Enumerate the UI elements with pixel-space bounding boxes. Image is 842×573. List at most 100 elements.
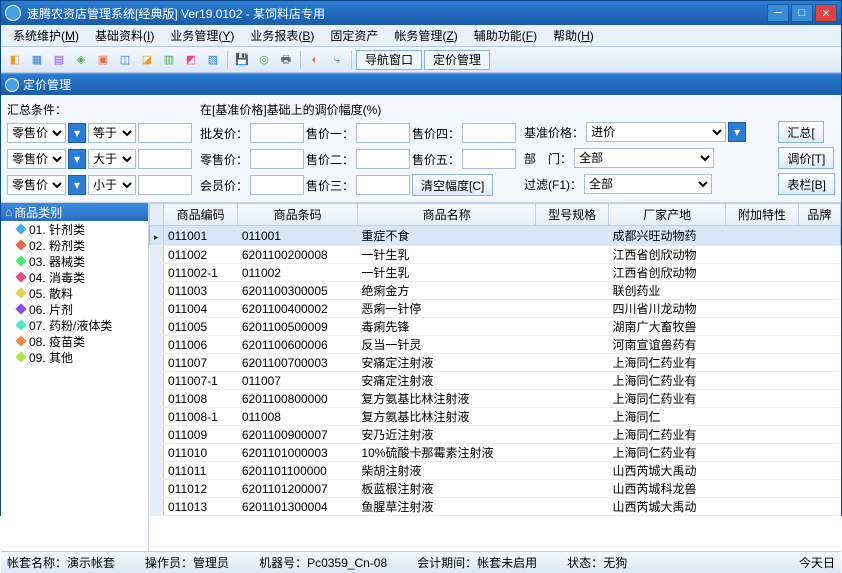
dept-select[interactable]: 全部 [574,148,714,168]
hyj-input[interactable] [250,175,304,195]
toolbar-icon-10[interactable]: ▧ [203,50,223,70]
table-row[interactable]: 0110086201100800000复方氨基比林注射液上海同仁药业有 [150,390,841,408]
menu-item-7[interactable]: 帮助(H) [545,25,602,46]
pricing-tab[interactable]: 定价管理 [424,50,490,70]
minimize-button[interactable]: ─ [767,4,789,22]
tree-item-7[interactable]: 08. 疫苗类 [1,333,148,349]
op-select-3[interactable]: 小于 [88,175,136,195]
toolbar-icon-8[interactable]: ▥ [159,50,179,70]
menu-item-0[interactable]: 系统维护(M) [5,25,87,46]
tree-item-8[interactable]: 09. 其他 [1,349,148,365]
field-dd-3[interactable]: ▾ [68,175,86,195]
toolbar-icon-1[interactable]: ◧ [5,50,25,70]
criteria-panel: 汇总条件： 零售价 ▾ 等于 零售价 ▾ 大于 零售价 ▾ 小于 在[基准价格]… [1,95,841,203]
columns-button[interactable]: 表栏[B] [778,173,835,195]
summary-label: 汇总条件： [7,101,192,118]
toolbar-icon-7[interactable]: ◪ [137,50,157,70]
diamond-icon [15,351,26,362]
toolbar-icon-6[interactable]: ◫ [115,50,135,70]
table-row[interactable]: 0110056201100500009毒痢先锋湖南广大畜牧兽 [150,318,841,336]
diamond-icon [15,271,26,282]
op-select-2[interactable]: 大于 [88,149,136,169]
tree-item-3[interactable]: 04. 消毒类 [1,269,148,285]
close-button[interactable]: ✕ [815,4,837,22]
table-row[interactable]: 0110116201101100000柴胡注射液山西芮城大禹动 [150,462,841,480]
sj3-input[interactable] [356,175,410,195]
table-row[interactable]: 0110136201101300004鱼腥草注射液山西芮城大禹动 [150,498,841,516]
col-header[interactable]: 商品编码 [164,204,238,226]
toolbar-icon-14[interactable]: ◐ [305,50,325,70]
field-select-2[interactable]: 零售价 [7,149,66,169]
table-row[interactable]: 0110026201100200008一针生乳江西省创欣动物 [150,246,841,264]
nav-window-tab[interactable]: 导航窗口 [356,50,422,70]
menu-item-6[interactable]: 辅助功能(F) [466,25,545,46]
col-header[interactable]: 型号规格 [536,204,609,226]
table-row[interactable]: 0110096201100900007安乃近注射液上海同仁药业有 [150,426,841,444]
summary-button[interactable]: 汇总[ [778,121,823,143]
sj4-input[interactable] [462,123,516,143]
op-select-1[interactable]: 等于 [88,123,136,143]
diamond-icon [15,255,26,266]
col-header[interactable]: 品牌 [798,204,840,226]
diamond-icon [15,239,26,250]
table-row[interactable]: 011010620110100000310%硫酸卡那霉素注射液上海同仁药业有 [150,444,841,462]
table-row[interactable]: 0110036201100300005绝痢金方联创药业 [150,282,841,300]
save-icon[interactable]: 💾 [232,50,252,70]
toolbar-icon-4[interactable]: ◈ [71,50,91,70]
category-tree[interactable]: ⌂ 商品类别 01. 针剂类02. 粉剂类03. 器械类04. 消毒类05. 散… [1,203,149,551]
sj1-input[interactable] [356,123,410,143]
clear-range-button[interactable]: 清空幅度[C] [412,174,493,196]
col-header[interactable]: 附加特性 [726,204,799,226]
table-row[interactable]: 011002-1011002一针生乳江西省创欣动物 [150,264,841,282]
menu-item-5[interactable]: 帐务管理(Z) [386,25,465,46]
menu-item-4[interactable]: 固定资产 [322,25,386,46]
toolbar-icon-12[interactable]: ◎ [254,50,274,70]
menu-item-1[interactable]: 基础资料(I) [87,25,162,46]
sj2-input[interactable] [356,149,410,169]
toolbar-icon-2[interactable]: ▦ [27,50,47,70]
panel-icon [5,78,19,92]
table-row[interactable]: 0110046201100400002恶痢一针停四川省川龙动物 [150,300,841,318]
val-input-3[interactable] [138,175,192,195]
titlebar: 速腾农资店管理系统[经典版] Ver19.0102 - 某饲料店专用 ─ □ ✕ [1,1,841,25]
maximize-button[interactable]: □ [791,4,813,22]
table-row[interactable]: 011007-1011007安痛定注射液上海同仁药业有 [150,372,841,390]
tree-item-2[interactable]: 03. 器械类 [1,253,148,269]
tree-item-5[interactable]: 06. 片剂 [1,301,148,317]
field-select-1[interactable]: 零售价 [7,123,66,143]
toolbar-icon-5[interactable]: ▣ [93,50,113,70]
field-select-3[interactable]: 零售价 [7,175,66,195]
col-header[interactable]: 商品条码 [238,204,358,226]
tree-item-4[interactable]: 05. 散料 [1,285,148,301]
panel-header: 定价管理 [1,73,841,95]
sj5-input[interactable] [462,149,516,169]
field-dd-2[interactable]: ▾ [68,149,86,169]
base-price-dd[interactable]: ▾ [728,122,746,142]
menu-item-3[interactable]: 业务报表(B) [242,25,322,46]
print-icon[interactable]: 🖶 [276,50,296,70]
tree-item-0[interactable]: 01. 针剂类 [1,221,148,237]
field-dd-1[interactable]: ▾ [68,123,86,143]
table-row[interactable]: 0110076201100700003安痛定注射液上海同仁药业有 [150,354,841,372]
lsj-input[interactable] [250,149,304,169]
data-grid[interactable]: 商品编码商品条码商品名称型号规格厂家产地附加特性品牌011001011001重症… [149,203,841,551]
toolbar-icon-3[interactable]: ▤ [49,50,69,70]
menu-item-2[interactable]: 业务管理(Y) [162,25,242,46]
tree-item-1[interactable]: 02. 粉剂类 [1,237,148,253]
val-input-2[interactable] [138,149,192,169]
val-input-1[interactable] [138,123,192,143]
filter-select[interactable]: 全部 [584,174,712,194]
tree-item-6[interactable]: 07. 药粉/液体类 [1,317,148,333]
table-row[interactable]: 011008-1011008复方氨基比林注射液上海同仁 [150,408,841,426]
col-header[interactable]: 商品名称 [357,204,535,226]
table-row[interactable]: 011001011001重症不食成都兴旺动物药 [150,226,841,246]
pfj-input[interactable] [250,123,304,143]
toolbar-icon-9[interactable]: ◩ [181,50,201,70]
table-row[interactable]: 0110066201100600006反当一针灵河南宣谊兽药有 [150,336,841,354]
diamond-icon [15,303,26,314]
adjust-button[interactable]: 调价[T] [778,147,834,169]
table-row[interactable]: 0110126201101200007板蓝根注射液山西芮城科龙兽 [150,480,841,498]
base-price-select[interactable]: 进价 [586,122,726,142]
col-header[interactable]: 厂家产地 [608,204,725,226]
exit-icon[interactable]: ⤷ [327,50,347,70]
